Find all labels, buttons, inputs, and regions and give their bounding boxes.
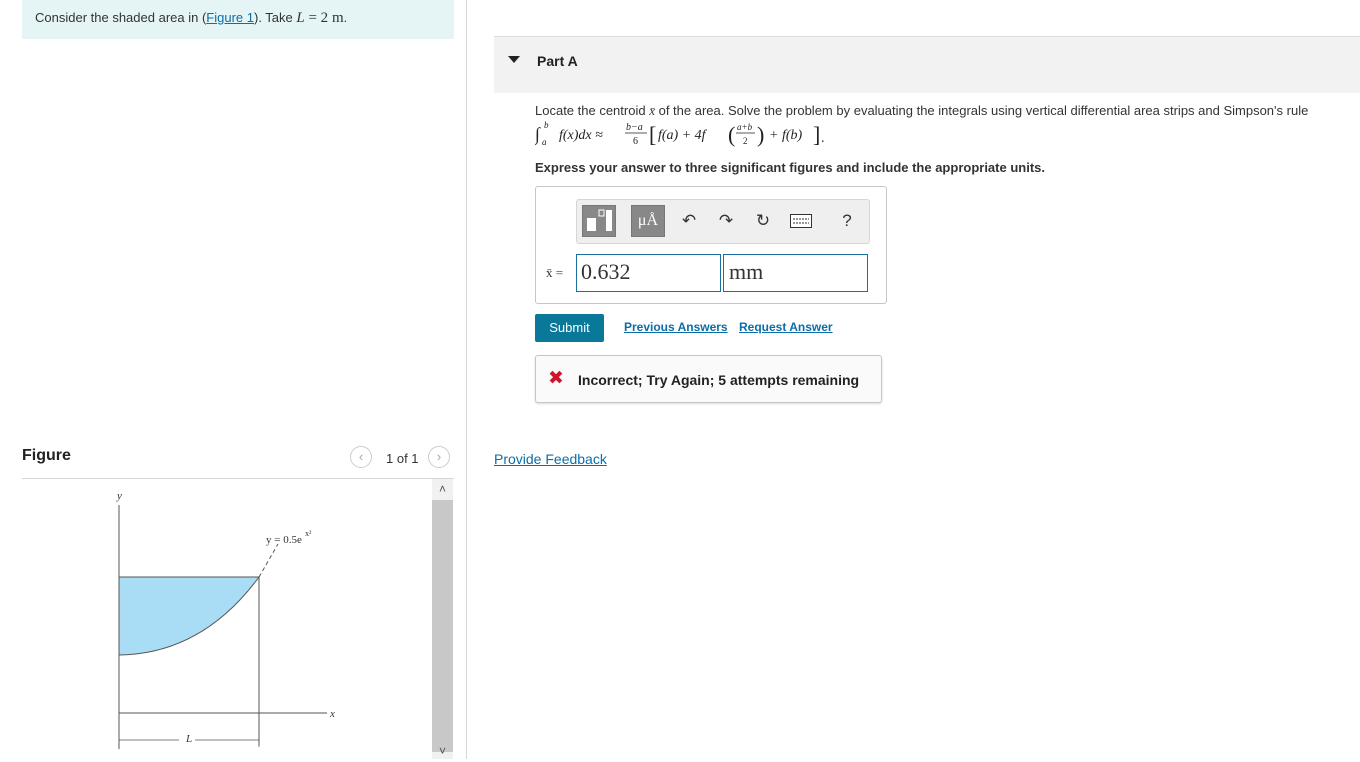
formula-end: . xyxy=(821,131,825,146)
redo-icon[interactable]: ↷ xyxy=(713,208,739,234)
integrand: f(x)dx ≈ xyxy=(559,128,603,143)
answer-variable-label: x̄ = xyxy=(546,265,564,280)
question-after: of the area. Solve the problem by evalua… xyxy=(654,103,1309,118)
problem-var: L xyxy=(296,10,305,26)
feedback-text: Incorrect; Try Again; 5 attempts remaini… xyxy=(578,372,860,388)
reset-icon[interactable]: ↻ xyxy=(750,208,776,234)
figure-scrollbar[interactable]: ˄ ˅ xyxy=(432,479,453,759)
question-before: Locate the centroid xyxy=(535,103,650,118)
figure-link[interactable]: Figure 1 xyxy=(206,10,254,25)
frac-numerator: b−a xyxy=(626,122,643,133)
integral-lower: a xyxy=(542,137,547,147)
problem-middle: ). Take xyxy=(253,10,297,25)
curve-extension xyxy=(258,543,279,578)
curve-exponent: x² xyxy=(305,529,312,538)
length-label: L xyxy=(185,733,192,745)
integral-sign: ∫ xyxy=(535,124,541,145)
request-answer-link[interactable]: Request Answer xyxy=(739,320,833,334)
help-icon[interactable]: ? xyxy=(834,208,860,234)
prev-figure-button[interactable]: ‹ xyxy=(350,446,372,468)
answer-instruction: Express your answer to three significant… xyxy=(535,160,1045,175)
math-toolbar: μÅ ↶ ↷ ↻ ? xyxy=(576,199,870,244)
question-text: Locate the centroid x̄ of the area. Solv… xyxy=(535,103,1335,119)
keyboard-icon[interactable] xyxy=(788,208,814,234)
undo-icon[interactable]: ↶ xyxy=(676,208,702,234)
x-axis-label: x xyxy=(329,708,335,720)
figure-header: Figure ‹ 1 of 1 › xyxy=(22,446,454,476)
mid-numerator: a+b xyxy=(737,122,753,132)
frac-denominator: 6 xyxy=(633,136,638,147)
problem-suffix: . xyxy=(343,10,348,25)
shaded-area xyxy=(118,576,260,656)
problem-unit: m xyxy=(331,10,344,26)
mid-denominator: 2 xyxy=(743,136,748,146)
y-axis-label: y xyxy=(116,490,122,502)
submit-button[interactable]: Submit xyxy=(535,314,604,342)
figure-viewport: y x y = 0.5e x² L xyxy=(22,479,432,759)
feedback-message: ✖ Incorrect; Try Again; 5 attempts remai… xyxy=(535,355,882,403)
caret-down-icon xyxy=(508,56,520,63)
figure-diagram: y x y = 0.5e x² L xyxy=(116,490,335,749)
fb-term: + f(b) xyxy=(769,128,802,143)
integral-upper: b xyxy=(544,120,549,130)
figure-title: Figure xyxy=(22,447,71,464)
part-a-header[interactable]: Part A xyxy=(494,36,1360,93)
part-title: Part A xyxy=(537,53,578,69)
chevron-right-icon: › xyxy=(436,449,442,464)
problem-prefix: Consider the shaded area in ( xyxy=(35,10,207,25)
chevron-down-icon[interactable]: ˅ xyxy=(432,741,453,761)
answer-value-input[interactable]: 0.632 xyxy=(576,254,721,292)
answer-unit-input[interactable]: mm xyxy=(723,254,868,292)
problem-statement: Consider the shaded area in (Figure 1). … xyxy=(22,0,454,39)
bracket-open: [ xyxy=(649,122,656,147)
provide-feedback-link[interactable]: Provide Feedback xyxy=(494,451,607,467)
figure-pager: 1 of 1 xyxy=(386,451,419,466)
problem-equals: = 2 xyxy=(304,10,332,26)
templates-icon xyxy=(587,209,612,231)
paren-close: ) xyxy=(757,122,764,147)
simpson-formula-svg: ∫ b a f(x)dx ≈ b−a 6 [ f(a) + 4f ( a+b 2… xyxy=(534,120,825,147)
simpson-formula: ∫ b a f(x)dx ≈ b−a 6 [ f(a) + 4f ( a+b 2… xyxy=(534,120,835,150)
templates-button[interactable] xyxy=(582,205,616,237)
curve-label: y = 0.5e xyxy=(266,534,302,546)
fa-term: f(a) + 4f xyxy=(658,128,708,143)
answer-box: μÅ ↶ ↷ ↻ ? x̄ = 0.632 mm xyxy=(535,186,887,304)
incorrect-icon: ✖ xyxy=(548,368,564,389)
chevron-left-icon: ‹ xyxy=(358,449,364,464)
scrollbar-thumb[interactable] xyxy=(432,500,453,752)
paren-open: ( xyxy=(728,122,735,147)
bracket-close: ] xyxy=(813,122,820,147)
next-figure-button[interactable]: › xyxy=(428,446,450,468)
column-divider xyxy=(466,0,467,759)
units-button[interactable]: μÅ xyxy=(631,205,665,237)
chevron-up-icon[interactable]: ˄ xyxy=(432,479,453,499)
previous-answers-link[interactable]: Previous Answers xyxy=(624,320,728,334)
